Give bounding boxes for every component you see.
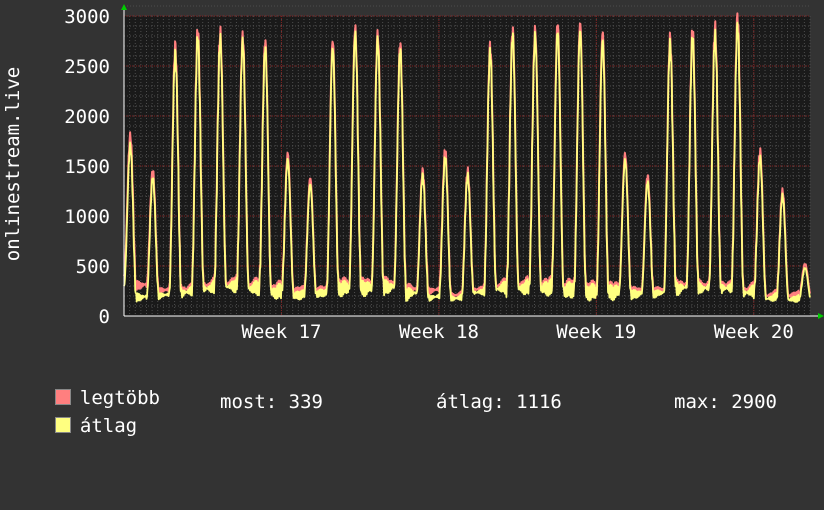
legend-swatch-avg [54,417,71,433]
y-tick-label: 1500 [64,156,110,178]
legend-row-avg: átlag most: 339 átlag: 1116 max: 2900 [32,390,812,510]
stat-average: átlag: 1116 [436,391,562,413]
y-axis-label: onlinestream.live [2,67,24,261]
y-tick-label: 3000 [64,6,110,28]
x-tick-label: Week 19 [556,321,636,343]
y-tick-label: 500 [76,256,110,278]
y-tick-label: 0 [99,306,110,328]
x-tick-label: Week 20 [714,321,794,343]
y-axis-arrow [121,4,127,10]
stat-maximum: max: 2900 [674,391,777,413]
stat-now: most: 339 [220,391,323,413]
legend-label-avg: átlag [79,415,138,437]
y-tick-label: 2500 [64,56,110,78]
x-tick-label: Week 18 [399,321,479,343]
y-tick-label: 2000 [64,106,110,128]
y-tick-label: 1000 [64,206,110,228]
x-axis-arrow [818,313,824,319]
x-tick-label: Week 17 [241,321,321,343]
